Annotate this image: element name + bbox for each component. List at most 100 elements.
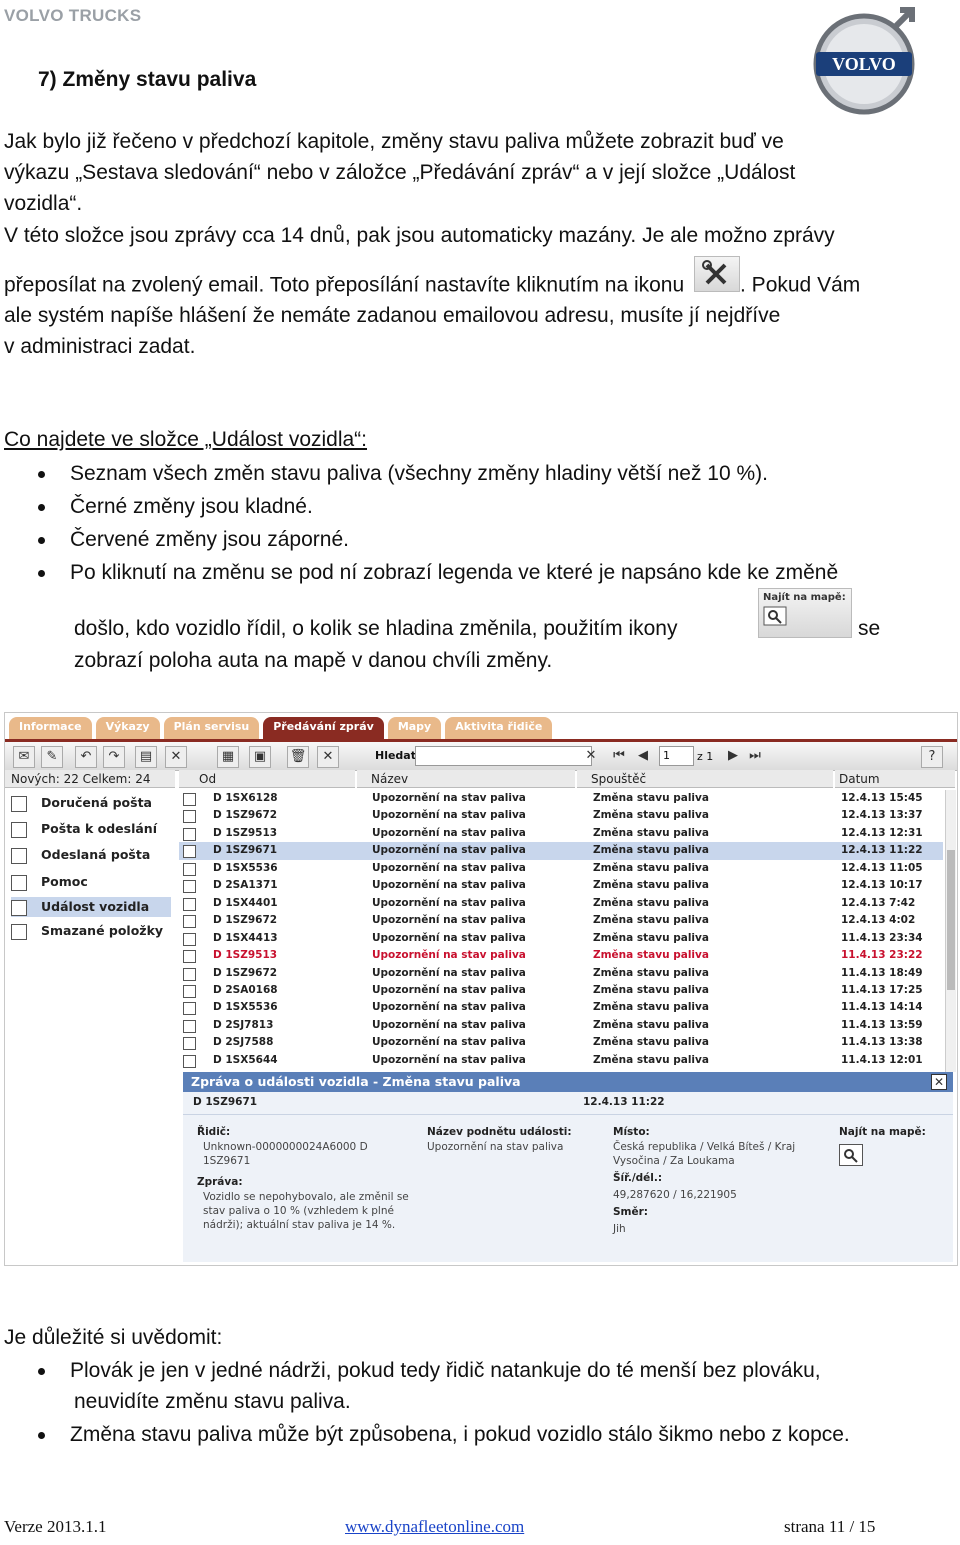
folder-outbox[interactable]: Pošta k odeslání <box>11 819 171 839</box>
table-row[interactable]: D 2SJ7813 Upozornění na stav paliva Změna … <box>179 1017 943 1035</box>
forward-icon[interactable]: ↷ <box>103 746 125 768</box>
row-date: 12.4.13 13:37 <box>841 809 923 822</box>
row-date: 12.4.13 11:22 <box>841 844 923 857</box>
tab-mapy[interactable]: Mapy <box>387 717 442 739</box>
column-header-date[interactable]: Datum <box>835 770 955 788</box>
row-checkbox[interactable] <box>183 967 196 981</box>
row-trigger: Změna stavu paliva <box>593 809 709 822</box>
properties-icon[interactable]: ▦ <box>217 746 239 768</box>
previous-page-icon[interactable]: ◀ <box>633 746 653 766</box>
help-icon[interactable]: ? <box>921 746 943 768</box>
reply-icon[interactable]: ↶ <box>75 746 97 768</box>
row-checkbox[interactable] <box>183 1054 196 1068</box>
list-scrollbar[interactable] <box>945 790 956 1072</box>
sent-icon <box>11 847 27 864</box>
find-on-map-button[interactable] <box>839 1144 863 1166</box>
row-checkbox[interactable] <box>183 1037 196 1051</box>
search-input[interactable] <box>415 746 592 766</box>
folder-sent[interactable]: Odeslaná pošta <box>11 845 171 865</box>
scrollbar-thumb[interactable] <box>947 850 955 990</box>
place-label: Místo: <box>613 1126 650 1138</box>
list-item: Změna stavu paliva může být způsobena, i… <box>0 1418 850 1451</box>
detail-header: Zpráva o události vozidla - Změna stavu … <box>183 1072 953 1092</box>
column-header-from[interactable]: Od <box>179 770 355 788</box>
main-tabs: Informace Výkazy Plán servisu Předávání … <box>9 717 553 739</box>
close-icon[interactable]: ✕ <box>931 1074 947 1090</box>
next-page-icon[interactable]: ▶ <box>723 746 743 766</box>
forwarding-settings-icon[interactable]: ✕ <box>317 746 339 768</box>
table-row[interactable]: D 1SX6128 Upozornění na stav paliva Změna … <box>179 790 943 808</box>
row-checkbox[interactable] <box>183 984 196 998</box>
tab-plan-servisu[interactable]: Plán servisu <box>163 717 260 739</box>
folder-help[interactable]: Pomoc <box>11 872 171 892</box>
column-header-trigger[interactable]: Spouštěč <box>577 770 833 788</box>
first-page-icon[interactable]: ⏮ <box>609 746 629 766</box>
settings-icon[interactable]: ✕ <box>165 746 187 768</box>
row-checkbox[interactable] <box>183 880 196 894</box>
last-page-icon[interactable]: ⏭ <box>745 746 765 766</box>
row-checkbox[interactable] <box>183 1002 196 1016</box>
direction-value: Jih <box>613 1223 626 1235</box>
message-value: Vozidlo se nepohybovalo, ale změnil se s… <box>203 1191 409 1231</box>
row-date: 12.4.13 4:02 <box>841 914 916 927</box>
toolbar: ✉ ✎ ↶ ↷ ▤ ✕ ▦ ▣ 🗑 ✕ Hledat ✕ ⏮ ◀ 1 z 1 ▶… <box>5 742 957 771</box>
table-row[interactable]: D 1SX4413 Upozornění na stav paliva Změna … <box>179 930 943 948</box>
edit-icon[interactable]: ✎ <box>41 746 63 768</box>
table-row[interactable]: D 1SX4401 Upozornění na stav paliva Změna … <box>179 895 943 913</box>
footer-link[interactable]: www.dynafleetonline.com <box>345 1517 524 1537</box>
tab-predavani-zprav[interactable]: Předávání zpráv <box>263 717 384 739</box>
page-number-input[interactable]: 1 <box>659 746 694 766</box>
table-row[interactable]: D 1SZ9513 Upozornění na stav paliva Změna … <box>179 947 943 965</box>
folder-inbox[interactable]: Doručená pošta <box>11 793 171 813</box>
folder-vehicle-events[interactable]: Událost vozidla <box>11 897 171 917</box>
intro-line-6: ale systém napíše hlášení že nemáte zada… <box>4 304 781 327</box>
folder-deleted[interactable]: Smazané položky <box>11 921 171 941</box>
clear-search-icon[interactable]: ✕ <box>581 746 601 766</box>
message-label: Zpráva: <box>197 1176 243 1188</box>
table-row[interactable]: D 2SA0168 Upozornění na stav paliva Změna … <box>179 982 943 1000</box>
row-name: Upozornění na stav paliva <box>372 879 526 892</box>
table-row[interactable]: D 1SZ9513 Upozornění na stav paliva Změna … <box>179 825 943 843</box>
trash-icon <box>11 923 27 940</box>
list-item: Červené změny jsou záporné. <box>0 523 838 556</box>
row-checkbox[interactable] <box>183 932 196 946</box>
column-header-name[interactable]: Název <box>357 770 575 788</box>
row-checkbox[interactable] <box>183 845 196 859</box>
row-name: Upozornění na stav paliva <box>372 914 526 927</box>
row-checkbox[interactable] <box>183 950 196 964</box>
export-icon[interactable]: ▣ <box>249 746 271 768</box>
tab-informace[interactable]: Informace <box>9 717 92 739</box>
table-row[interactable]: D 1SZ9672 Upozornění na stav paliva Změna … <box>179 912 943 930</box>
delete-icon[interactable]: 🗑 <box>287 746 309 768</box>
row-from: D 1SZ9513 <box>213 949 278 962</box>
important-list: Plovák je jen v jedné nádrži, pokud tedy… <box>0 1354 821 1387</box>
table-row[interactable]: D 1SZ9672 Upozornění na stav paliva Změna … <box>179 965 943 983</box>
table-row[interactable]: D 1SZ9672 Upozornění na stav paliva Změna … <box>179 807 943 825</box>
row-from: D 2SJ7813 <box>213 1018 274 1031</box>
folder-label: Událost vozidla <box>41 899 150 914</box>
bullet-4-continuation-b: se <box>858 617 881 640</box>
row-checkbox[interactable] <box>183 827 196 841</box>
table-row[interactable]: D 1SX5644 Upozornění na stav paliva Změna … <box>179 1052 943 1070</box>
row-checkbox[interactable] <box>183 810 196 824</box>
row-checkbox[interactable] <box>183 793 196 806</box>
new-message-icon[interactable]: ✉ <box>13 746 35 768</box>
row-date: 11.4.13 23:22 <box>841 949 923 962</box>
table-row[interactable]: D 1SX5536 Upozornění na stav paliva Změna … <box>179 860 943 878</box>
tab-aktivita-ridice[interactable]: Aktivita řidiče <box>445 717 553 739</box>
table-row[interactable]: D 1SX5536 Upozornění na stav paliva Změna … <box>179 999 943 1017</box>
tab-vykazy[interactable]: Výkazy <box>95 717 160 739</box>
row-trigger: Změna stavu paliva <box>593 1001 709 1014</box>
row-checkbox[interactable] <box>183 897 196 911</box>
table-row[interactable]: D 1SZ9671 Upozornění na stav paliva Změna … <box>179 842 943 860</box>
row-name: Upozornění na stav paliva <box>372 861 526 874</box>
table-row[interactable]: D 2SA1371 Upozornění na stav paliva Změna … <box>179 877 943 895</box>
row-checkbox[interactable] <box>183 915 196 929</box>
row-trigger: Změna stavu paliva <box>593 792 709 804</box>
print-icon[interactable]: ▤ <box>135 746 157 768</box>
row-checkbox[interactable] <box>183 862 196 876</box>
folder-sidebar: Doručená pošta Pošta k odeslání Odeslaná… <box>5 790 175 990</box>
row-from: D 1SX4413 <box>213 931 278 944</box>
table-row[interactable]: D 2SJ7588 Upozornění na stav paliva Změna … <box>179 1034 943 1052</box>
row-checkbox[interactable] <box>183 1019 196 1033</box>
